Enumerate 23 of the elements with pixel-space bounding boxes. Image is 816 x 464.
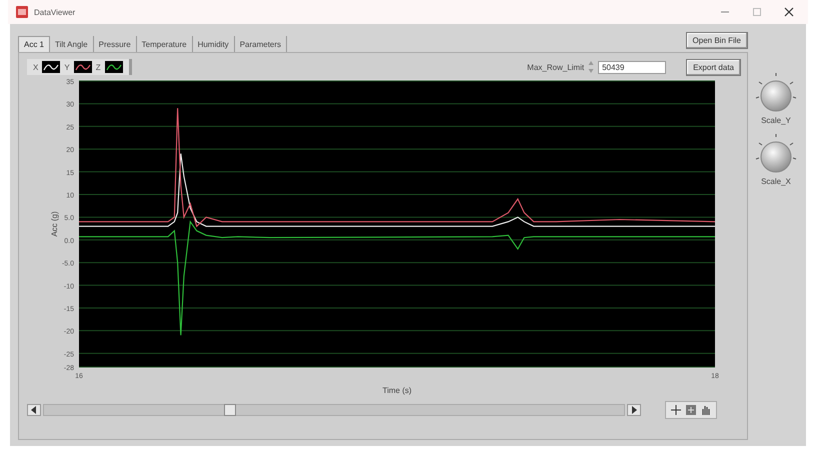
max-row-limit-field[interactable]: 50439 <box>598 60 666 74</box>
legend-label: X <box>33 62 38 72</box>
legend-label: Y <box>64 62 70 72</box>
x-axis-title: Time (s) <box>382 386 412 395</box>
export-data-button[interactable]: Export data <box>686 58 741 76</box>
open-file-button[interactable]: Open Bin File <box>686 32 748 49</box>
y-axis-title: Acc (g) <box>50 211 59 237</box>
scroll-left-button[interactable] <box>27 404 41 416</box>
crosshair-icon[interactable] <box>670 404 682 416</box>
field-label: Max_Row_Limit <box>527 62 584 72</box>
knob-label: Scale_X <box>761 177 791 186</box>
window-title: DataViewer <box>34 8 76 16</box>
legend-label: Z <box>96 62 101 72</box>
scroll-right-button[interactable] <box>627 404 641 416</box>
knob-label: Scale_Y <box>761 116 791 125</box>
tab[interactable]: Acc 1 <box>18 36 50 52</box>
right-arrow-icon <box>631 406 637 414</box>
app-icon <box>16 6 28 18</box>
scrollbar-thumb[interactable] <box>224 404 236 416</box>
zoom-icon[interactable] <box>685 404 697 416</box>
close-icon[interactable] <box>784 7 794 17</box>
scrollbar-track[interactable] <box>43 404 625 416</box>
left-arrow-icon <box>31 406 37 414</box>
